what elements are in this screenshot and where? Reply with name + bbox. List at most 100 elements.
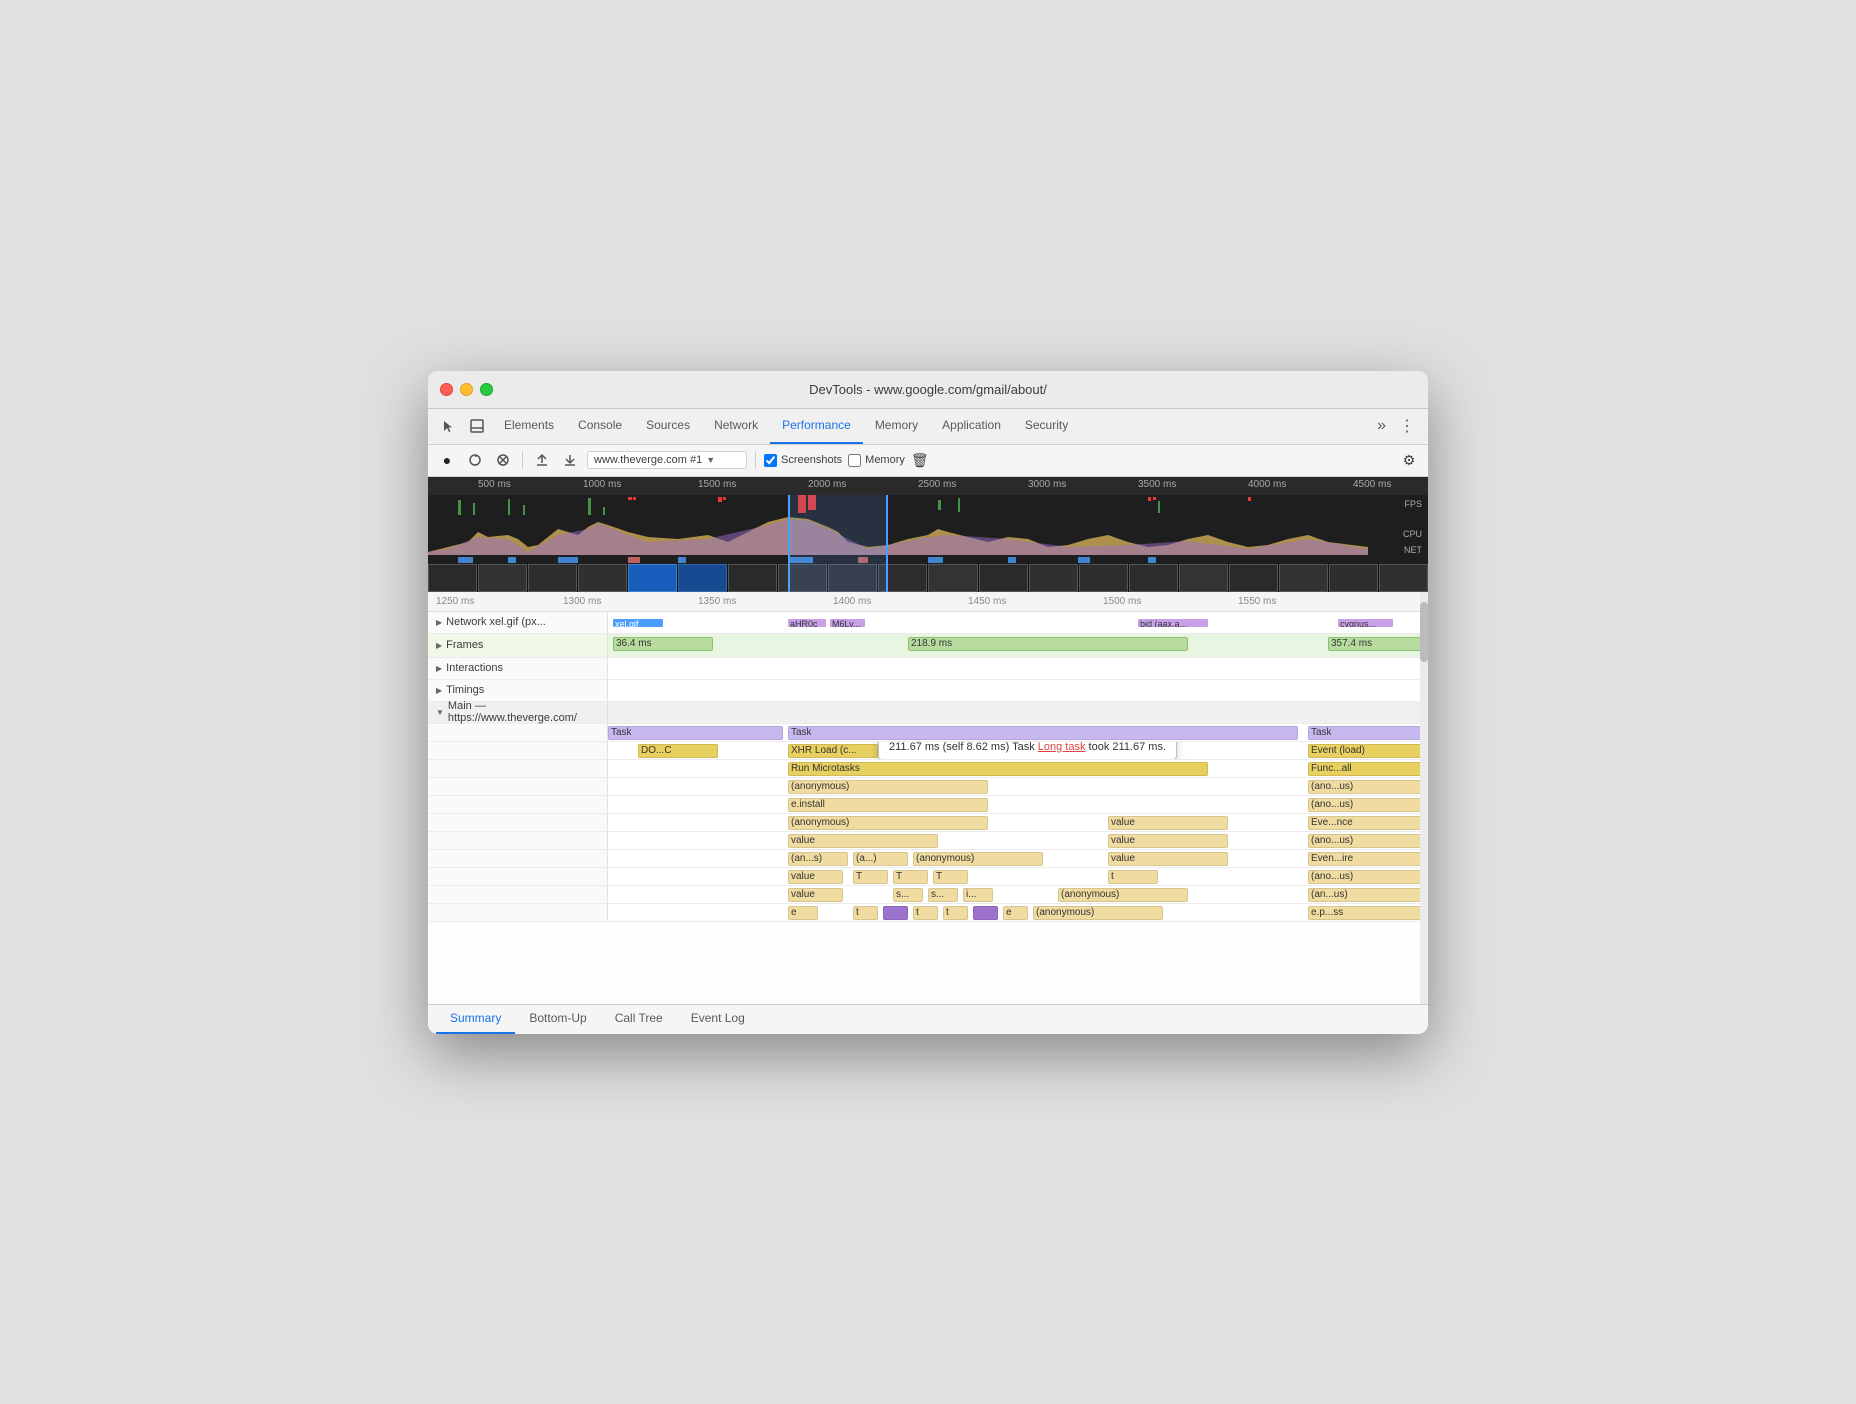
purple-block-2[interactable] [973,906,998,920]
tab-event-log[interactable]: Event Log [677,1004,759,1034]
tab-console[interactable]: Console [566,408,634,444]
einstall-block[interactable]: e.install [788,798,988,812]
timeline-overview[interactable]: 500 ms 1000 ms 1500 ms 2000 ms 2500 ms 3… [428,477,1428,592]
task-block-3[interactable]: Task [1308,726,1428,740]
frame-1[interactable]: 36.4 ms [613,637,713,651]
ano-us-block-4[interactable]: (ano...us) [1308,870,1428,884]
screenshot-thumb[interactable] [728,564,777,592]
screenshot-thumb-active2[interactable] [678,564,727,592]
s-block-1[interactable]: s... [893,888,923,902]
tab-performance[interactable]: Performance [770,408,863,444]
an-s-block[interactable]: (an...s) [788,852,848,866]
purple-block-1[interactable] [883,906,908,920]
t-block-4[interactable]: t [1108,870,1158,884]
task-block-2[interactable]: Task [788,726,1298,740]
screenshot-thumb[interactable] [1379,564,1428,592]
run-microtasks-block[interactable]: Run Microtasks [788,762,1208,776]
an-us-block-5[interactable]: (an...us) [1308,888,1428,902]
event-load-block[interactable]: Event (load) [1308,744,1428,758]
net-item-cygnus[interactable]: cygnus... [1338,619,1393,627]
tab-call-tree[interactable]: Call Tree [601,1004,677,1034]
anon-block-4[interactable]: (anonymous) [1058,888,1188,902]
anon-block-1[interactable]: (anonymous) [788,780,988,794]
reload-record-button[interactable] [464,449,486,471]
anon-block-2[interactable]: (anonymous) [788,816,988,830]
scrollbar-thumb[interactable] [1420,602,1428,662]
ano-us-block-1[interactable]: (ano...us) [1308,780,1428,794]
screenshot-thumb[interactable] [1229,564,1278,592]
upload-button[interactable] [531,449,553,471]
download-button[interactable] [559,449,581,471]
screenshot-thumb[interactable] [1129,564,1178,592]
a-block[interactable]: (a...) [853,852,908,866]
trash-button[interactable]: 🗑 [911,452,929,469]
xhr-load-block[interactable]: XHR Load (c... [788,744,878,758]
eve-nce-block[interactable]: Eve...nce [1308,816,1428,830]
tab-elements[interactable]: Elements [492,408,566,444]
func-all-block[interactable]: Func...all [1308,762,1428,776]
net-item-bid[interactable]: bid (aax.a... [1138,619,1208,627]
value-block-4[interactable]: value [1108,852,1228,866]
dock-icon[interactable] [464,413,490,439]
record-button[interactable]: ● [436,449,458,471]
anon-block-3[interactable]: (anonymous) [913,852,1043,866]
value-block-6[interactable]: value [788,888,843,902]
interactions-row-label[interactable]: ▶ Interactions [428,658,608,679]
t-block-1[interactable]: T [853,870,888,884]
screenshot-thumb[interactable] [1079,564,1128,592]
scrollbar[interactable] [1420,592,1428,1004]
tab-security[interactable]: Security [1013,408,1080,444]
screenshot-thumb[interactable] [928,564,977,592]
value-block-1[interactable]: value [1108,816,1228,830]
t-block-3[interactable]: T [933,870,968,884]
timings-row-label[interactable]: ▶ Timings [428,680,608,701]
ano-us-block-3[interactable]: (ano...us) [1308,834,1428,848]
s-block-2[interactable]: s... [928,888,958,902]
network-row-label[interactable]: ▶ Network xel.gif (px... [428,612,608,633]
main-section-label[interactable]: ▼ Main — https://www.theverge.com/ [428,702,608,723]
e-block-2[interactable]: e [1003,906,1028,920]
memory-checkbox[interactable] [848,454,861,467]
t-e-block-1[interactable]: t [853,906,878,920]
anon-block-5[interactable]: (anonymous) [1033,906,1163,920]
value-block-3[interactable]: value [1108,834,1228,848]
i-block[interactable]: i... [963,888,993,902]
tab-summary[interactable]: Summary [436,1004,515,1034]
minimize-button[interactable] [460,383,473,396]
screenshot-thumb[interactable] [428,564,477,592]
tab-application[interactable]: Application [930,408,1013,444]
t-e-block-2[interactable]: t [913,906,938,920]
epss-block[interactable]: e.p...ss [1308,906,1428,920]
doc-block[interactable]: DO...C [638,744,718,758]
screenshot-thumb-active[interactable] [628,564,677,592]
net-item-ahr0c[interactable]: aHR0c [788,619,826,627]
frames-row-label[interactable]: ▶ Frames [428,634,608,657]
url-select[interactable]: www.theverge.com #1 ▼ [587,451,747,469]
maximize-button[interactable] [480,383,493,396]
cursor-icon[interactable] [436,413,462,439]
net-item-m6ly[interactable]: M6Ly... [830,619,865,627]
screenshot-thumb[interactable] [528,564,577,592]
screenshot-thumb[interactable] [979,564,1028,592]
screenshot-thumb[interactable] [1329,564,1378,592]
screenshot-thumb[interactable] [1179,564,1228,592]
net-item-xhr[interactable]: xel.gif [613,619,663,627]
tab-bottom-up[interactable]: Bottom-Up [515,1004,600,1034]
more-tabs-button[interactable]: » [1371,417,1392,435]
value-block-2[interactable]: value [788,834,938,848]
e-block-1[interactable]: e [788,906,818,920]
t-e-block-3[interactable]: t [943,906,968,920]
tab-memory[interactable]: Memory [863,408,930,444]
frame-3[interactable]: 357.4 ms [1328,637,1428,651]
screenshots-checkbox-label[interactable]: Screenshots [764,454,842,467]
screenshot-thumb[interactable] [1029,564,1078,592]
close-button[interactable] [440,383,453,396]
clear-button[interactable] [492,449,514,471]
screenshot-thumb[interactable] [1279,564,1328,592]
t-block-2[interactable]: T [893,870,928,884]
even-ire-block[interactable]: Even...ire [1308,852,1428,866]
task-block-1[interactable]: Task [608,726,783,740]
screenshot-thumb[interactable] [478,564,527,592]
tab-network[interactable]: Network [702,408,770,444]
settings-button[interactable]: ⚙ [1398,449,1420,471]
